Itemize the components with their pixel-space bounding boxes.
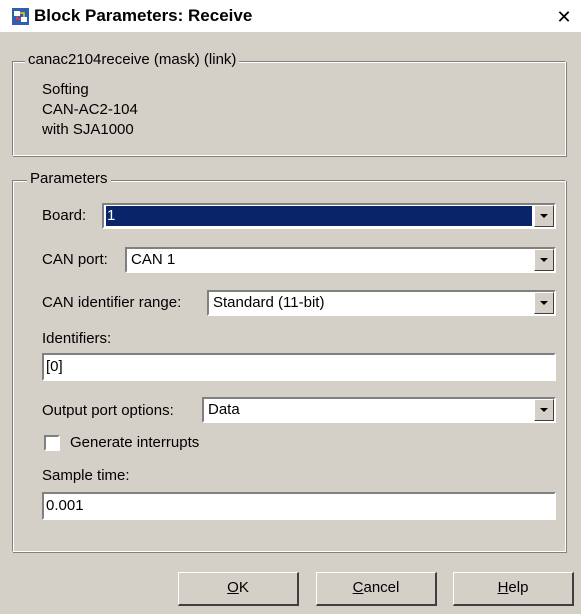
sample-time-value: 0.001 bbox=[46, 497, 84, 514]
close-icon[interactable]: ✕ bbox=[555, 8, 573, 26]
identifiers-input[interactable]: [0] bbox=[42, 353, 556, 381]
generate-interrupts-checkbox[interactable] bbox=[44, 435, 60, 451]
chevron-down-icon[interactable] bbox=[534, 292, 554, 314]
board-dropdown[interactable]: 1 bbox=[102, 203, 556, 229]
sample-time-input[interactable]: 0.001 bbox=[42, 492, 556, 520]
can-port-value: CAN 1 bbox=[131, 251, 176, 268]
simulink-block-icon bbox=[12, 8, 29, 25]
id-range-label: CAN identifier range: bbox=[42, 294, 182, 311]
identifiers-value: [0] bbox=[46, 358, 63, 375]
sample-time-label: Sample time: bbox=[42, 467, 130, 484]
mask-legend: canac2104receive (mask) (link) bbox=[25, 51, 240, 68]
cancel-button[interactable]: Cancel bbox=[316, 572, 437, 606]
board-label: Board: bbox=[42, 207, 87, 224]
can-port-label: CAN port: bbox=[42, 251, 108, 268]
output-options-label: Output port options: bbox=[42, 402, 174, 419]
identifiers-label: Identifiers: bbox=[42, 330, 112, 347]
can-port-dropdown[interactable]: CAN 1 bbox=[125, 247, 556, 273]
chevron-down-icon[interactable] bbox=[534, 399, 554, 421]
output-options-dropdown[interactable]: Data bbox=[202, 397, 556, 423]
chevron-down-icon[interactable] bbox=[534, 249, 554, 271]
generate-interrupts-label[interactable]: Generate interrupts bbox=[70, 434, 199, 451]
output-options-value: Data bbox=[208, 401, 240, 418]
id-range-dropdown[interactable]: Standard (11-bit) bbox=[207, 290, 556, 316]
ok-button[interactable]: OK bbox=[178, 572, 299, 606]
description-line-3: with SJA1000 bbox=[42, 121, 134, 138]
chevron-down-icon[interactable] bbox=[534, 205, 554, 227]
description-line-2: CAN-AC2-104 bbox=[42, 101, 138, 118]
board-value: 1 bbox=[106, 206, 532, 226]
id-range-value: Standard (11-bit) bbox=[213, 294, 325, 311]
description-line-1: Softing bbox=[42, 81, 89, 98]
help-button[interactable]: Help bbox=[453, 572, 574, 606]
parameters-legend: Parameters bbox=[27, 170, 111, 187]
title-bar[interactable]: Block Parameters: Receive ✕ bbox=[0, 0, 581, 32]
window-title: Block Parameters: Receive bbox=[34, 6, 253, 25]
